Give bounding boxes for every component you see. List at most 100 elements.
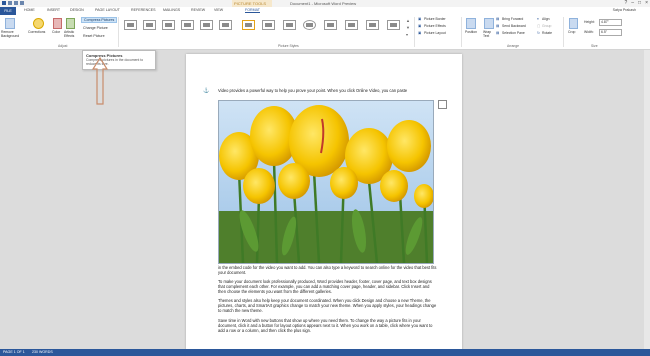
picture-layout-icon[interactable]: ▣ xyxy=(418,31,421,35)
group-divider xyxy=(461,17,462,47)
tab-references[interactable]: REFERENCES xyxy=(131,8,156,12)
picture-border-button[interactable]: Picture Border xyxy=(424,17,446,21)
crop-button[interactable]: Crop xyxy=(568,30,575,34)
picture-style-thumb[interactable] xyxy=(387,20,400,30)
user-name[interactable]: Satya Prakash xyxy=(613,8,636,12)
compress-pictures-button[interactable]: Compress Pictures xyxy=(81,17,118,23)
tulip-picture[interactable] xyxy=(218,100,434,264)
arrange-group-label: Arrange xyxy=(507,44,520,48)
picture-style-thumb[interactable] xyxy=(143,20,156,30)
title-bar: PICTURE TOOLS Document1 - Microsoft Word… xyxy=(0,0,650,7)
picture-style-thumb[interactable] xyxy=(181,20,194,30)
send-backward-button[interactable]: Send Backward xyxy=(502,24,526,28)
picture-border-icon[interactable]: ▣ xyxy=(418,17,421,21)
artistic-effects-icon[interactable] xyxy=(66,18,75,29)
tulip-image xyxy=(219,101,433,263)
status-bar: PAGE 1 OF 1 230 WORDS xyxy=(0,349,650,356)
gallery-scroll-down-icon[interactable]: ▼ xyxy=(406,25,410,30)
tab-design[interactable]: DESIGN xyxy=(70,8,84,12)
tab-format[interactable]: FORMAT xyxy=(245,8,260,13)
group-icon[interactable]: ▢ xyxy=(537,24,540,28)
corrections-button[interactable]: Corrections xyxy=(28,30,45,34)
align-button[interactable]: Align xyxy=(542,17,550,21)
picture-styles-group-label: Picture Styles xyxy=(278,44,299,48)
save-icon[interactable] xyxy=(8,1,12,5)
group-divider xyxy=(414,17,415,47)
wrap-text-button[interactable]: Wrap Text xyxy=(483,30,493,38)
vertical-scrollbar[interactable] xyxy=(644,50,650,349)
document-page[interactable]: ⚓ Video provides a powerful way to help … xyxy=(186,54,462,350)
picture-effects-icon[interactable]: ▣ xyxy=(418,24,421,28)
send-backward-icon[interactable]: ▤ xyxy=(496,24,499,28)
picture-effects-button[interactable]: Picture Effects xyxy=(424,24,446,28)
tab-mailings[interactable]: MAILINGS xyxy=(163,8,180,12)
picture-style-thumb[interactable] xyxy=(366,20,379,30)
quick-access-toolbar xyxy=(2,1,24,5)
page-count[interactable]: PAGE 1 OF 1 xyxy=(3,350,25,354)
picture-style-thumb[interactable] xyxy=(283,20,296,30)
group-divider xyxy=(563,17,564,47)
tab-page-layout[interactable]: PAGE LAYOUT xyxy=(95,8,120,12)
picture-style-thumb[interactable] xyxy=(162,20,175,30)
position-icon[interactable] xyxy=(466,18,476,29)
help-icon[interactable]: ? xyxy=(624,0,627,6)
layout-options-icon[interactable] xyxy=(438,100,447,109)
tab-view[interactable]: VIEW xyxy=(214,8,223,12)
picture-style-thumb[interactable] xyxy=(219,20,232,30)
ribbon: Remove Background Corrections Color Arti… xyxy=(0,15,650,50)
undo-icon[interactable] xyxy=(14,1,18,5)
color-button[interactable]: Color xyxy=(52,30,60,34)
picture-style-thumb[interactable] xyxy=(200,20,213,30)
position-button[interactable]: Position xyxy=(465,30,477,34)
close-icon[interactable]: × xyxy=(645,0,648,6)
paragraph[interactable]: To make your document look professionall… xyxy=(218,279,438,294)
picture-style-thumb[interactable] xyxy=(324,20,337,30)
paragraph[interactable]: in the embed code for the video you want… xyxy=(218,265,438,275)
rotate-button[interactable]: Rotate xyxy=(542,31,552,35)
minimize-icon[interactable]: – xyxy=(631,0,634,6)
group-button[interactable]: Group xyxy=(542,24,551,28)
anchor-icon: ⚓ xyxy=(203,88,210,94)
remove-background-button[interactable]: Remove Background xyxy=(1,30,21,38)
group-divider xyxy=(118,17,119,47)
selection-pane-icon[interactable]: ▤ xyxy=(496,31,499,35)
document-title: Document1 - Microsoft Word Preview xyxy=(290,1,357,6)
crop-icon[interactable] xyxy=(569,18,578,29)
gallery-more-icon[interactable]: ▾ xyxy=(406,32,408,37)
gallery-scroll-up-icon[interactable]: ▲ xyxy=(406,18,410,23)
picture-style-thumb[interactable] xyxy=(262,20,275,30)
picture-style-thumb[interactable] xyxy=(124,20,137,30)
tab-review[interactable]: REVIEW xyxy=(191,8,205,12)
maximize-icon[interactable]: □ xyxy=(638,0,641,6)
ribbon-tabs: FILE HOME INSERT DESIGN PAGE LAYOUT REFE… xyxy=(0,7,650,15)
paragraph[interactable]: Save time in Word with new buttons that … xyxy=(218,318,438,333)
color-icon[interactable] xyxy=(53,18,62,29)
picture-style-thumb[interactable] xyxy=(345,20,358,30)
rotate-icon[interactable]: ↻ xyxy=(537,31,540,35)
width-input[interactable]: 6.5" xyxy=(599,29,622,36)
picture-tools-label: PICTURE TOOLS xyxy=(234,1,267,6)
align-icon[interactable]: ≡ xyxy=(537,17,539,21)
picture-style-thumb[interactable] xyxy=(242,20,255,30)
paragraph[interactable]: Themes and styles also help keep your do… xyxy=(218,298,438,313)
reset-picture-button[interactable]: Reset Picture xyxy=(83,34,105,38)
word-count[interactable]: 230 WORDS xyxy=(32,350,53,354)
wrap-text-icon[interactable] xyxy=(484,18,494,29)
height-label: Height: xyxy=(584,20,595,24)
height-input[interactable]: 4.87" xyxy=(599,19,622,26)
artistic-effects-button[interactable]: Artistic Effects xyxy=(64,30,78,38)
picture-layout-button[interactable]: Picture Layout xyxy=(424,31,446,35)
redo-icon[interactable] xyxy=(20,1,24,5)
tab-file[interactable]: FILE xyxy=(0,7,16,15)
picture-style-thumb[interactable] xyxy=(303,20,316,30)
tab-home[interactable]: HOME xyxy=(24,8,35,12)
remove-background-icon[interactable] xyxy=(5,18,15,29)
bring-forward-icon[interactable]: ▤ xyxy=(496,17,499,21)
corrections-icon[interactable] xyxy=(33,18,44,29)
tab-insert[interactable]: INSERT xyxy=(47,8,60,12)
bring-forward-button[interactable]: Bring Forward xyxy=(502,17,523,21)
paragraph[interactable]: Video provides a powerful way to help yo… xyxy=(218,88,438,93)
selection-pane-button[interactable]: Selection Pane xyxy=(502,31,525,35)
word-logo-icon xyxy=(2,1,6,5)
change-picture-button[interactable]: Change Picture xyxy=(83,26,108,30)
